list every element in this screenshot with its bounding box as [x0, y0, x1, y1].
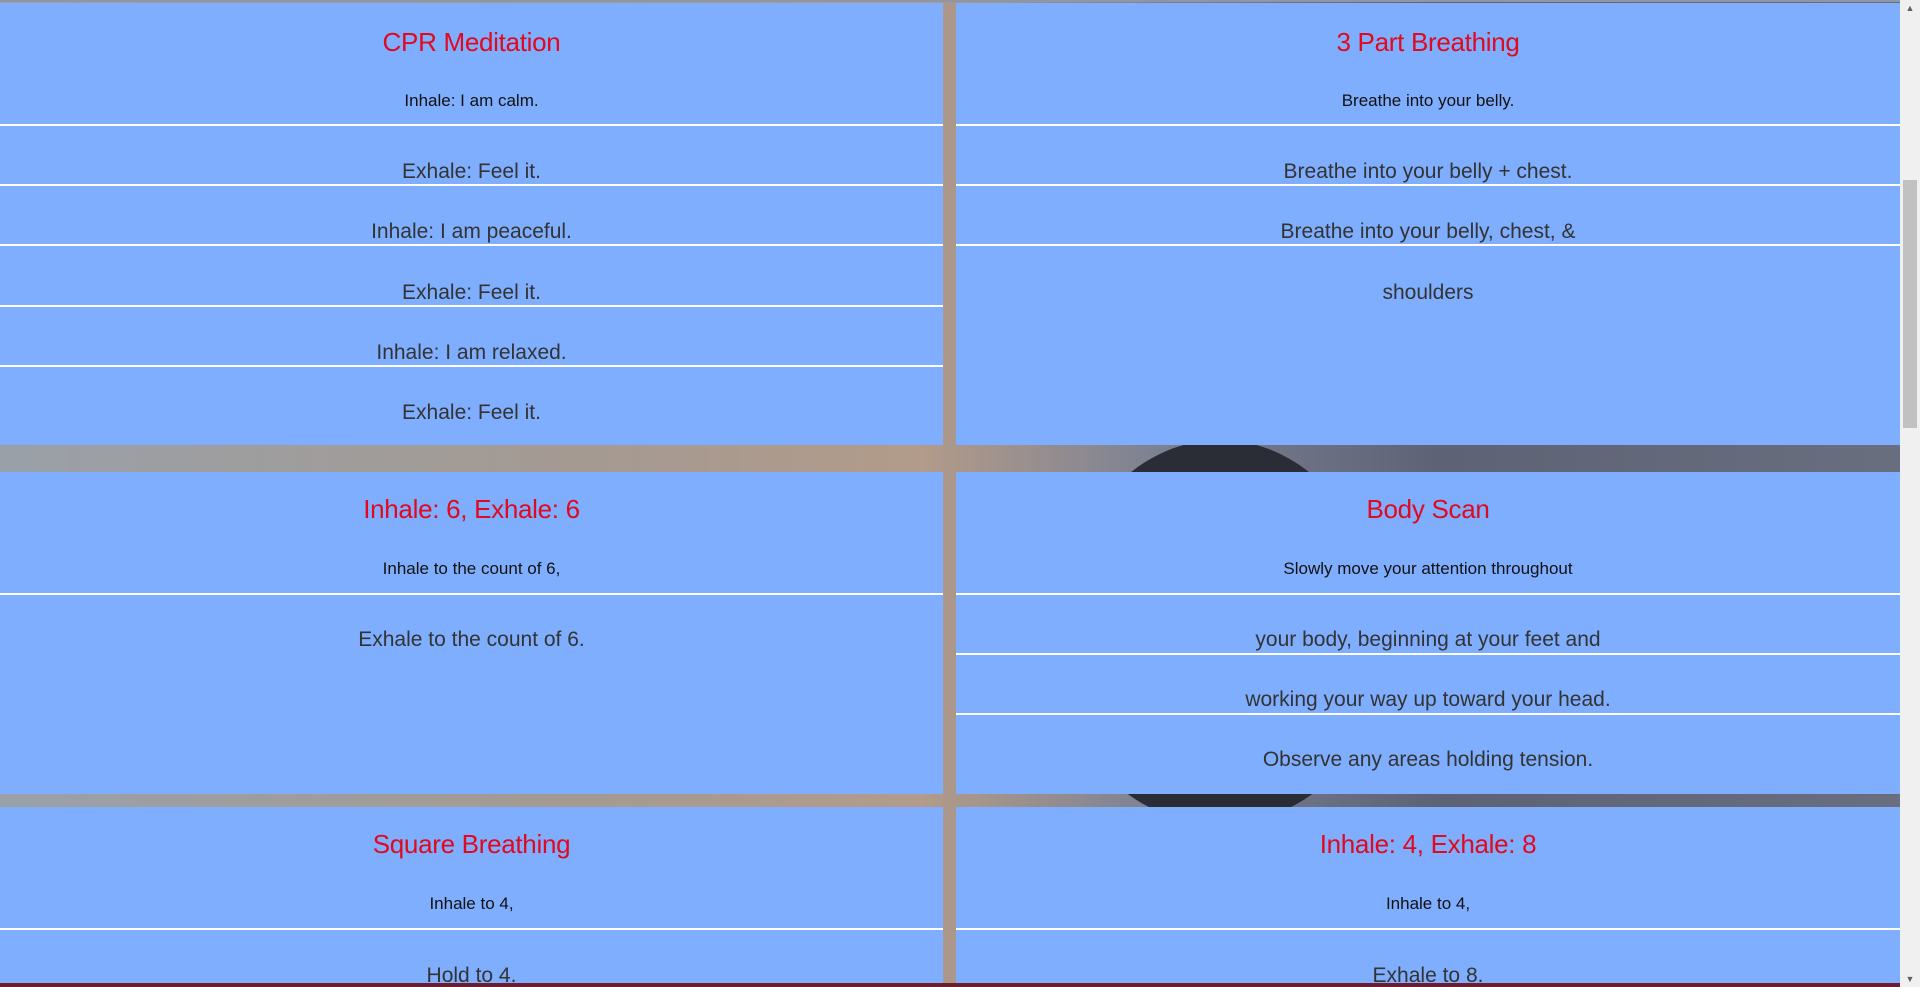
card-line: your body, beginning at your feet and: [1255, 628, 1601, 651]
card-line: Breathe into your belly, chest, &: [1280, 220, 1576, 243]
bottom-edge: [0, 983, 1900, 987]
card-subtitle: Inhale to the count of 6,: [382, 559, 561, 578]
divider: [956, 928, 1900, 930]
card-line: Observe any areas holding tension.: [1262, 748, 1594, 771]
divider: [956, 244, 1900, 246]
divider: [0, 928, 943, 930]
card-title: 3 Part Breathing: [1336, 27, 1520, 57]
divider: [0, 124, 943, 126]
card-line: Inhale: I am peaceful.: [371, 220, 572, 243]
card-subtitle: Inhale to 4,: [1385, 894, 1471, 913]
card-title: Body Scan: [1366, 494, 1490, 524]
divider: [0, 365, 943, 367]
card-title: Square Breathing: [372, 829, 571, 859]
divider: [0, 244, 943, 246]
card-subtitle: Inhale to 4,: [429, 894, 514, 913]
divider: [956, 713, 1900, 715]
card-subtitle: Breathe into your belly.: [1341, 91, 1515, 110]
divider: [956, 124, 1900, 126]
card-subtitle: Inhale: I am calm.: [404, 91, 539, 110]
scrollbar-thumb[interactable]: [1903, 180, 1917, 428]
card-3-part-breathing: 3 Part Breathing Breathe into your belly…: [956, 3, 1900, 445]
card-line: Exhale: Feel it.: [402, 160, 541, 183]
vertical-scrollbar[interactable]: ▲ ▼: [1900, 0, 1920, 987]
card-cpr-meditation: CPR Meditation Inhale: I am calm. Exhale…: [0, 3, 943, 445]
card-title: CPR Meditation: [382, 27, 561, 57]
divider: [0, 593, 943, 595]
divider: [956, 184, 1900, 186]
divider: [956, 593, 1900, 595]
card-line: working your way up toward your head.: [1245, 688, 1611, 711]
card-line: Exhale: Feel it.: [402, 401, 541, 424]
card-inhale-6-exhale-6: Inhale: 6, Exhale: 6 Inhale to the count…: [0, 472, 943, 794]
card-subtitle: Slowly move your attention throughout: [1283, 559, 1573, 578]
divider: [0, 184, 943, 186]
card-square-breathing: Square Breathing Inhale to 4, Hold to 4.: [0, 807, 943, 987]
card-title: Inhale: 6, Exhale: 6: [363, 494, 580, 524]
card-line: Inhale: I am relaxed.: [376, 341, 567, 364]
card-line: Exhale: Feel it.: [402, 281, 541, 304]
scroll-down-arrow-icon[interactable]: ▼: [1900, 971, 1920, 987]
divider: [956, 653, 1900, 655]
card-title: Inhale: 4, Exhale: 8: [1319, 829, 1537, 859]
top-divider: [0, 0, 1900, 2]
card-inhale-4-exhale-8: Inhale: 4, Exhale: 8 Inhale to 4, Exhale…: [956, 807, 1900, 987]
card-line: Breathe into your belly + chest.: [1283, 160, 1573, 183]
page-viewport: CPR Meditation Inhale: I am calm. Exhale…: [0, 0, 1900, 987]
card-line: shoulders: [1382, 281, 1474, 304]
card-body-scan: Body Scan Slowly move your attention thr…: [956, 472, 1900, 794]
card-line: Exhale to the count of 6.: [358, 628, 585, 651]
divider: [0, 305, 943, 307]
scroll-up-arrow-icon[interactable]: ▲: [1900, 0, 1920, 16]
